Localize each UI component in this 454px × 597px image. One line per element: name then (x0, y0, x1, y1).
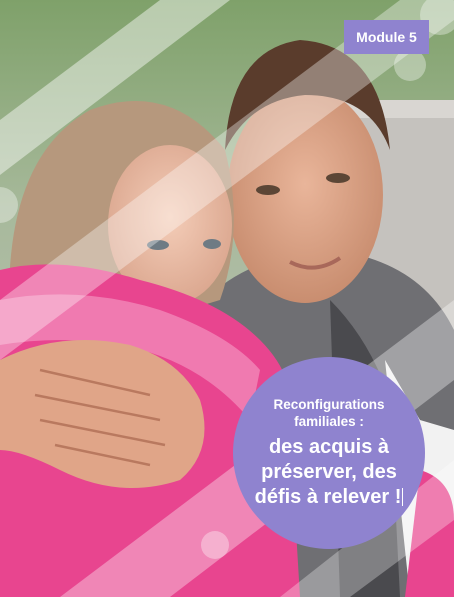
cover-title: des acquis à préserver, des défis à rele… (249, 435, 409, 510)
module-badge: Module 5 (344, 20, 429, 54)
module-cover: Module 5 Reconfigurations familiales : d… (0, 0, 454, 597)
text-cursor (402, 488, 404, 506)
title-circle: Reconfigurations familiales : des acquis… (233, 357, 425, 549)
cover-title-text: des acquis à préserver, des défis à rele… (254, 436, 402, 508)
cover-subtitle: Reconfigurations familiales : (273, 397, 385, 429)
